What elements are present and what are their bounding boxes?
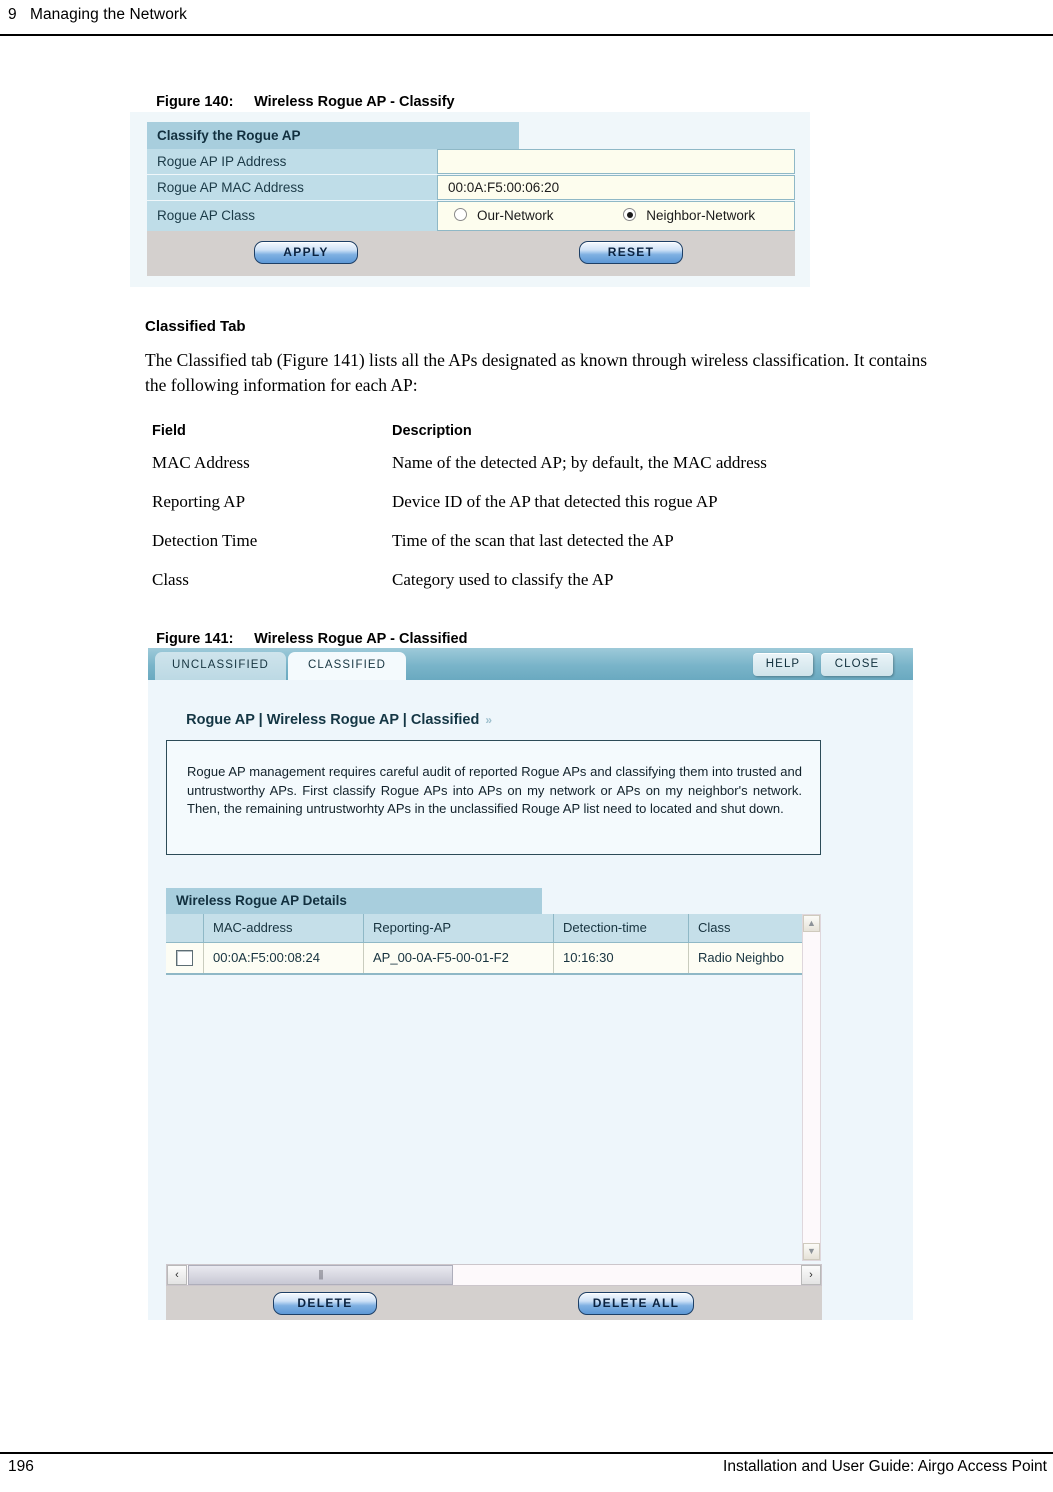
column-header-description: Description (392, 423, 472, 439)
vertical-scrollbar[interactable]: ▲ ▼ (802, 914, 821, 1261)
delete-all-button[interactable]: DELETE ALL (578, 1292, 694, 1315)
apply-button[interactable]: APPLY (254, 241, 358, 264)
figure-141-caption-number: Figure 141: (156, 631, 234, 647)
details-button-bar: DELETE DELETE ALL (166, 1286, 822, 1320)
field-name: Reporting AP (152, 492, 246, 511)
details-panel-title: Wireless Rogue AP Details (166, 888, 542, 914)
rogue-ap-ip-address-label: Rogue AP IP Address (147, 149, 437, 174)
radio-our-network[interactable]: Our-Network (454, 202, 554, 230)
row-detection-time: 10:16:30 (554, 943, 689, 973)
header-rule (0, 34, 1053, 36)
rogue-ap-ip-address-field[interactable] (437, 149, 795, 174)
page-header: 9 Managing the Network (0, 0, 1053, 24)
breadcrumb-chevron-icon: » (485, 713, 492, 727)
footer-title: Installation and User Guide: Airgo Acces… (723, 1458, 1047, 1475)
field-name: MAC Address (152, 453, 250, 472)
field-name: Detection Time (152, 531, 258, 550)
delete-button[interactable]: DELETE (273, 1292, 377, 1315)
figure-140-screenshot: Classify the Rogue AP Rogue AP IP Addres… (130, 112, 810, 287)
scroll-up-icon[interactable]: ▲ (803, 915, 820, 932)
scroll-thumb[interactable]: |||| (188, 1265, 453, 1285)
classify-rogue-ap-panel: Classify the Rogue AP Rogue AP IP Addres… (147, 122, 795, 276)
figure-140-caption-number: Figure 140: (156, 94, 234, 110)
info-note-text: Rogue AP management requires careful aud… (187, 764, 802, 816)
classify-panel-title: Classify the Rogue AP (147, 122, 519, 149)
scroll-down-icon[interactable]: ▼ (803, 1243, 820, 1260)
table-row[interactable]: 00:0A:F5:00:08:24 AP_00-0A-F5-00-01-F2 1… (166, 943, 802, 975)
rogue-ap-ip-address-row: Rogue AP IP Address (147, 149, 795, 174)
classified-tab-heading: Classified Tab (145, 318, 246, 335)
table-row: Class Category used to classify the AP (152, 570, 767, 609)
grid-header-reporting-ap: Reporting-AP (364, 914, 554, 942)
radio-neighbor-network-icon (623, 208, 637, 221)
rogue-ap-mac-address-field[interactable]: 00:0A:F5:00:06:20 (437, 175, 795, 200)
grid-header-mac-address: MAC-address (204, 914, 364, 942)
rogue-ap-class-options: Our-Network Neighbor-Network (437, 201, 795, 231)
field-description: Name of the detected AP; by default, the… (392, 453, 767, 472)
classified-fields-table: Field Description MAC Address Name of th… (152, 423, 767, 609)
breadcrumb: Rogue AP | Wireless Rogue AP | Classifie… (170, 696, 492, 744)
grid-header-detection-time: Detection-time (554, 914, 689, 942)
breadcrumb-text: Rogue AP | Wireless Rogue AP | Classifie… (186, 712, 480, 728)
reset-button[interactable]: RESET (579, 241, 683, 264)
figure-141-caption-title: Wireless Rogue AP - Classified (254, 631, 468, 647)
radio-our-network-icon (454, 208, 467, 221)
field-description: Time of the scan that last detected the … (392, 531, 674, 550)
rogue-ap-class-row: Rogue AP Class Our-Network Neighbor-Netw… (147, 201, 795, 231)
info-note-box: Rogue AP management requires careful aud… (166, 740, 821, 855)
table-row: Reporting AP Device ID of the AP that de… (152, 492, 767, 531)
grid-header-class: Class (698, 920, 731, 935)
rogue-ap-class-label: Rogue AP Class (147, 201, 437, 231)
horizontal-scrollbar[interactable]: ‹ |||| › (166, 1264, 822, 1286)
chapter-header: 9 Managing the Network (8, 6, 188, 23)
figure-140-caption-title: Wireless Rogue AP - Classify (254, 94, 455, 110)
row-checkbox[interactable] (176, 950, 193, 966)
figure-141-screenshot: UNCLASSIFIED CLASSIFIED HELP CLOSE Rogue… (148, 648, 913, 1320)
classified-tab-paragraph: The Classified tab (Figure 141) lists al… (145, 350, 928, 395)
figure-141-caption: Figure 141: Wireless Rogue AP - Classifie… (148, 615, 467, 647)
tab-unclassified[interactable]: UNCLASSIFIED (155, 652, 286, 680)
tab-classified[interactable]: CLASSIFIED (288, 652, 406, 680)
tab-bar: UNCLASSIFIED CLASSIFIED HELP CLOSE (148, 648, 913, 680)
figure-140-caption: Figure 140: Wireless Rogue AP - Classify (148, 78, 455, 110)
row-reporting-ap: AP_00-0A-F5-00-01-F2 (364, 943, 554, 973)
classify-panel-button-bar: APPLY RESET (147, 231, 795, 276)
page-number: 196 (8, 1458, 34, 1475)
field-description: Category used to classify the AP (392, 570, 614, 589)
column-header-field: Field (152, 423, 186, 439)
rogue-ap-mac-address-label: Rogue AP MAC Address (147, 175, 437, 200)
field-name: Class (152, 570, 189, 589)
row-select-cell (166, 943, 204, 973)
footer-rule (0, 1452, 1053, 1454)
radio-neighbor-network[interactable]: Neighbor-Network (623, 202, 755, 230)
table-row: MAC Address Name of the detected AP; by … (152, 453, 767, 492)
close-button[interactable]: CLOSE (821, 653, 893, 676)
help-button[interactable]: HELP (753, 653, 813, 676)
rogue-ap-mac-address-row: Rogue AP MAC Address 00:0A:F5:00:06:20 (147, 175, 795, 200)
row-mac-address: 00:0A:F5:00:08:24 (204, 943, 364, 973)
radio-our-network-label: Our-Network (477, 208, 554, 223)
field-description: Device ID of the AP that detected this r… (392, 492, 718, 511)
grid-header-select (166, 914, 204, 942)
row-class: Radio Neighbo (698, 950, 785, 965)
scroll-left-icon[interactable]: ‹ (167, 1265, 187, 1285)
scroll-right-icon[interactable]: › (801, 1265, 821, 1285)
grid-header-row: MAC-address Reporting-AP Detection-time … (166, 914, 802, 943)
table-header-row: Field Description (152, 423, 767, 453)
table-row: Detection Time Time of the scan that las… (152, 531, 767, 570)
radio-neighbor-network-label: Neighbor-Network (646, 208, 756, 223)
rogue-ap-grid: MAC-address Reporting-AP Detection-time … (166, 914, 802, 975)
